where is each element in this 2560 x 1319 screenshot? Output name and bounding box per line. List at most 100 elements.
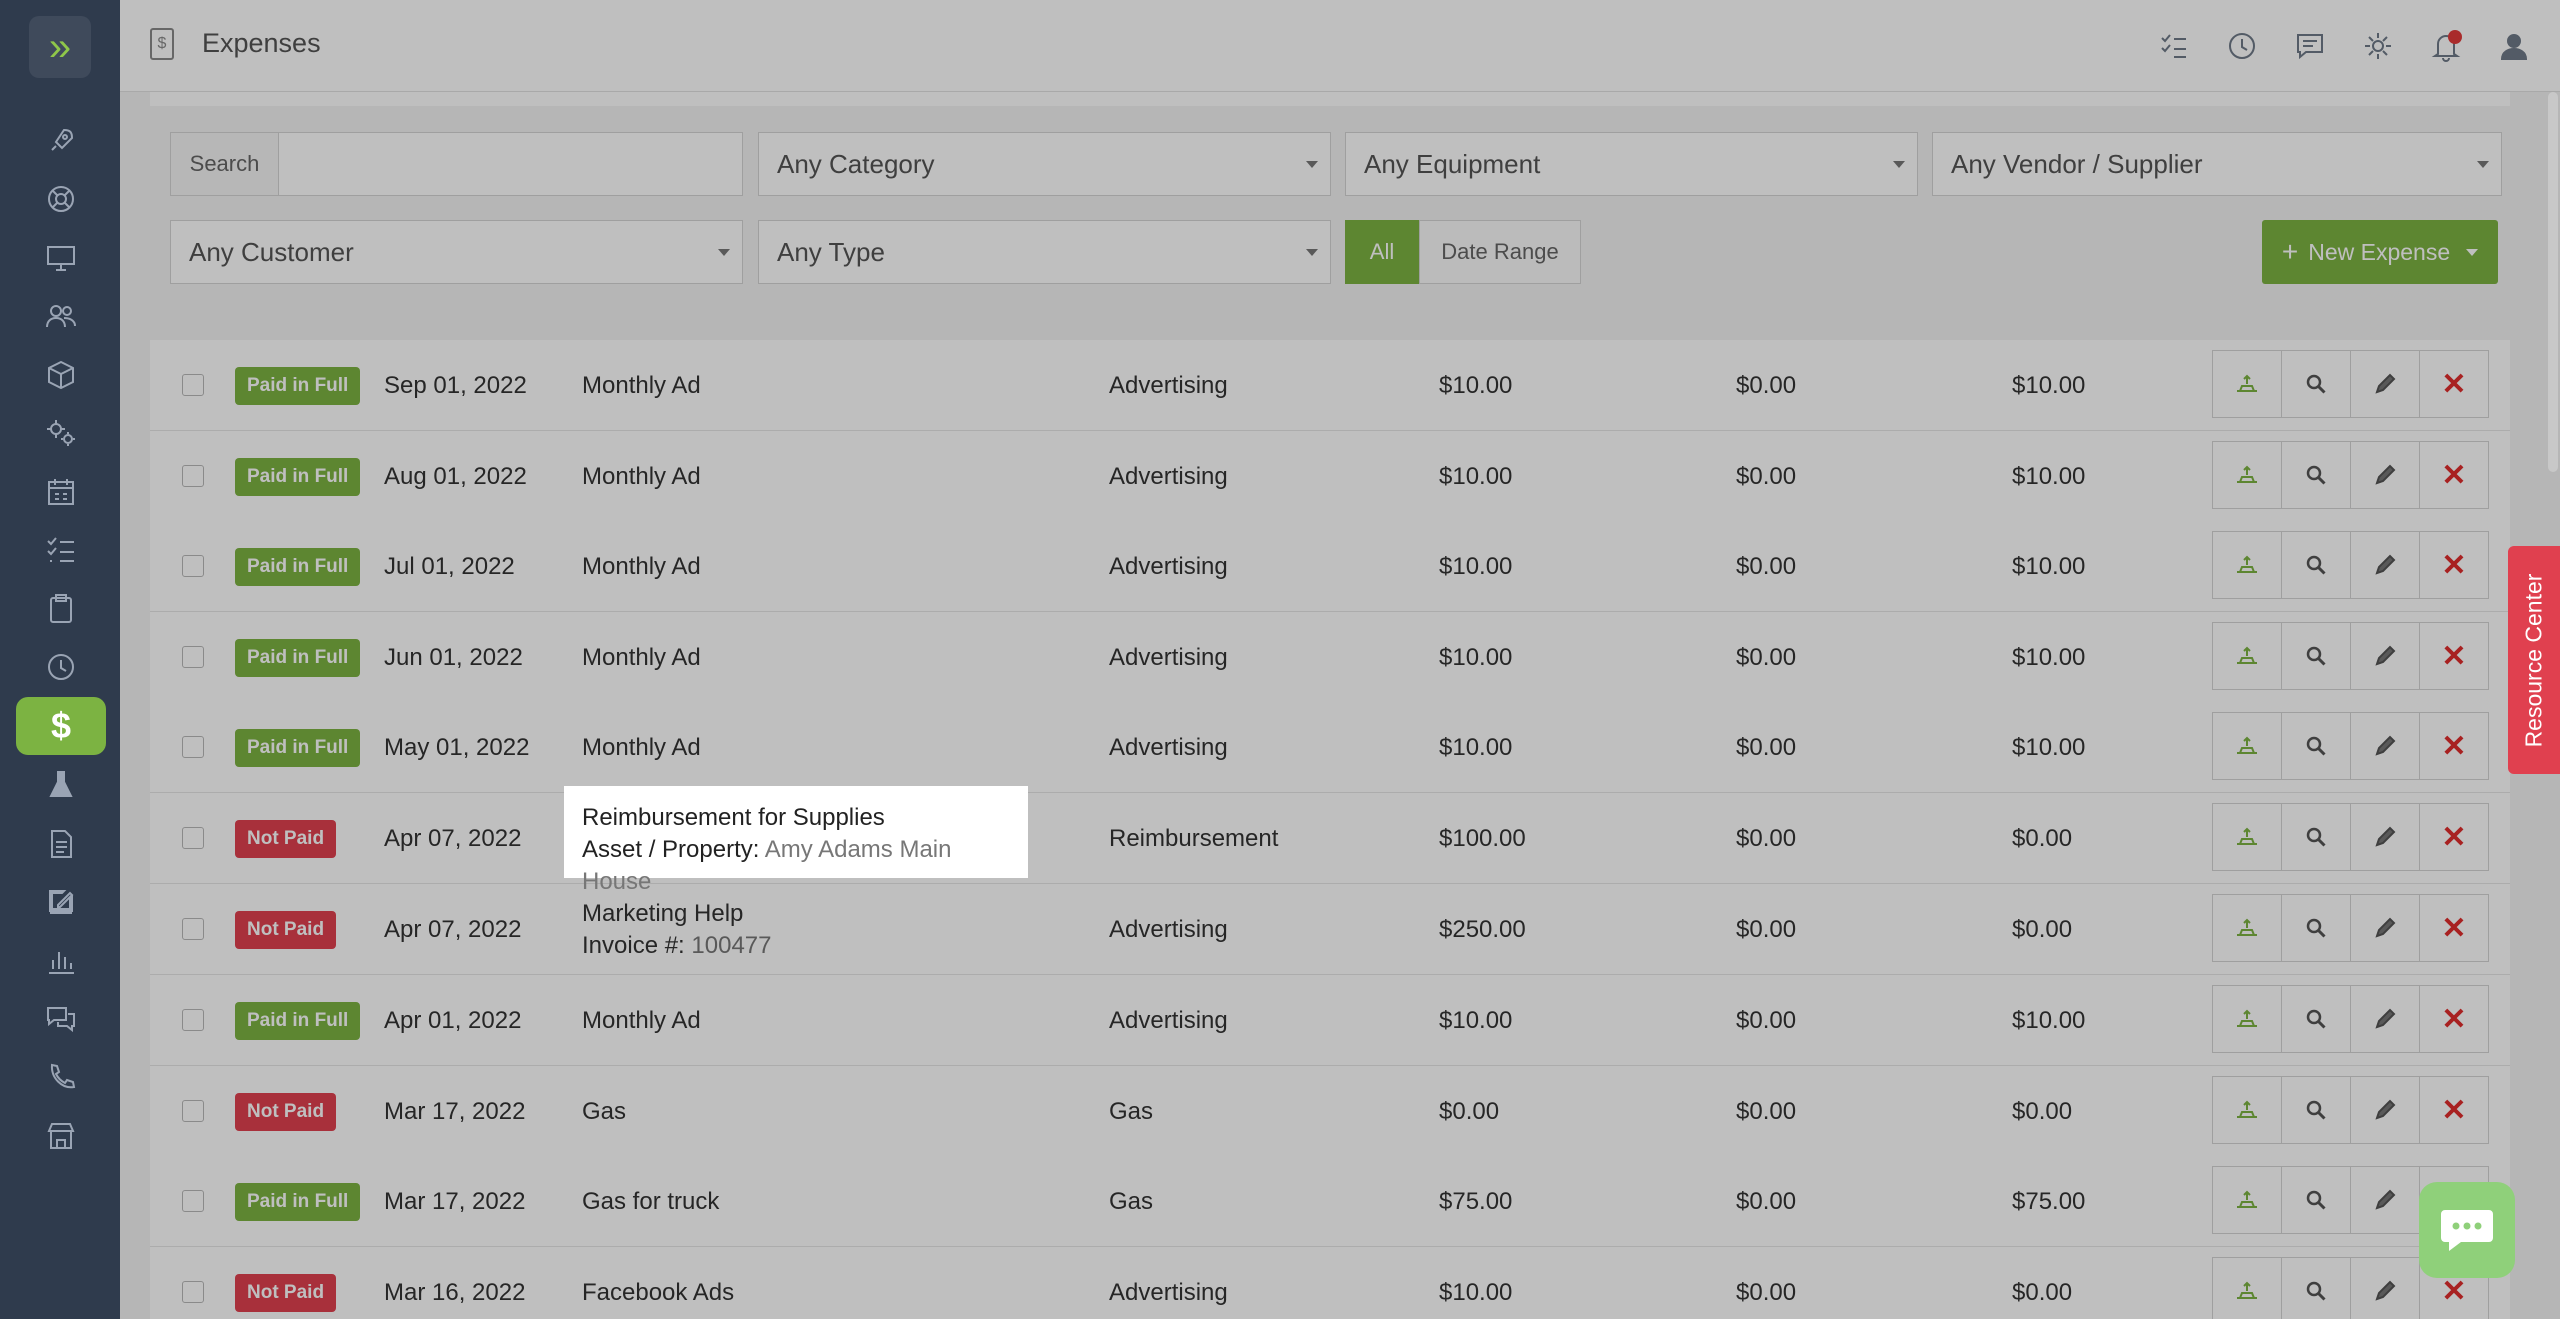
- pay-button[interactable]: [2212, 803, 2282, 871]
- edit-button[interactable]: [2350, 894, 2420, 962]
- type-select[interactable]: Any Type: [758, 220, 1331, 284]
- pay-button[interactable]: [2212, 1166, 2282, 1234]
- sidebar-item-rocket[interactable]: [16, 112, 106, 170]
- table-row[interactable]: Paid in Full Jul 01, 2022 Monthly Ad Advert…: [150, 521, 2510, 612]
- sidebar-item-checklist[interactable]: [16, 521, 106, 579]
- row-checkbox[interactable]: [182, 1190, 204, 1212]
- edit-button[interactable]: [2350, 1257, 2420, 1319]
- category-select[interactable]: Any Category: [758, 132, 1331, 196]
- edit-button[interactable]: [2350, 531, 2420, 599]
- edit-button[interactable]: [2350, 441, 2420, 509]
- delete-button[interactable]: ✕: [2419, 985, 2489, 1053]
- customer-select[interactable]: Any Customer: [170, 220, 743, 284]
- expand-sidebar-button[interactable]: »: [29, 16, 91, 78]
- sidebar-item-clipboard[interactable]: [16, 580, 106, 638]
- user-icon[interactable]: [2498, 30, 2530, 62]
- pay-button[interactable]: [2212, 1076, 2282, 1144]
- row-checkbox[interactable]: [182, 736, 204, 758]
- table-row[interactable]: Not Paid Apr 07, 2022 Reimbursement for Su…: [150, 793, 2510, 884]
- pay-button[interactable]: [2212, 1257, 2282, 1319]
- highlighted-description[interactable]: Reimbursement for Supplies Asset / Prope…: [564, 786, 1028, 895]
- history-icon[interactable]: [2226, 30, 2258, 62]
- sidebar-item-gears[interactable]: [16, 404, 106, 462]
- equipment-select[interactable]: Any Equipment: [1345, 132, 1918, 196]
- tasks-icon[interactable]: [2158, 30, 2190, 62]
- new-expense-button[interactable]: + New Expense: [2262, 220, 2498, 284]
- row-checkbox[interactable]: [182, 827, 204, 849]
- date-range-button[interactable]: Date Range: [1419, 220, 1581, 284]
- vendor-select[interactable]: Any Vendor / Supplier: [1932, 132, 2502, 196]
- sidebar-item-desktop[interactable]: [16, 229, 106, 287]
- row-checkbox[interactable]: [182, 1281, 204, 1303]
- scrollbar[interactable]: [2548, 92, 2558, 472]
- view-button[interactable]: [2281, 1257, 2351, 1319]
- sidebar-item-clock[interactable]: [16, 638, 106, 696]
- all-dates-button[interactable]: All: [1345, 220, 1419, 284]
- view-button[interactable]: [2281, 531, 2351, 599]
- view-button[interactable]: [2281, 803, 2351, 871]
- sidebar-item-signature[interactable]: [16, 873, 106, 931]
- edit-button[interactable]: [2350, 712, 2420, 780]
- view-button[interactable]: [2281, 622, 2351, 690]
- table-row[interactable]: Not Paid Apr 07, 2022 Marketing Help Invoic…: [150, 884, 2510, 975]
- pay-button[interactable]: [2212, 712, 2282, 780]
- delete-button[interactable]: ✕: [2419, 894, 2489, 962]
- row-checkbox[interactable]: [182, 555, 204, 577]
- delete-button[interactable]: ✕: [2419, 712, 2489, 780]
- sidebar-item-phone[interactable]: [16, 1049, 106, 1107]
- table-row[interactable]: Paid in Full Jun 01, 2022 Monthly Ad Advert…: [150, 612, 2510, 703]
- view-button[interactable]: [2281, 894, 2351, 962]
- pay-button[interactable]: [2212, 441, 2282, 509]
- sidebar-item-store[interactable]: [16, 1107, 106, 1165]
- sidebar-item-bar-chart[interactable]: [16, 932, 106, 990]
- view-button[interactable]: [2281, 1076, 2351, 1144]
- delete-button[interactable]: ✕: [2419, 1076, 2489, 1144]
- sidebar-item-dollar[interactable]: $: [16, 697, 106, 755]
- table-row[interactable]: Not Paid Mar 17, 2022 Gas Gas $0.00 $0.00 $0.0…: [150, 1066, 2510, 1157]
- table-row[interactable]: Paid in Full May 01, 2022 Monthly Ad Advert…: [150, 702, 2510, 793]
- row-checkbox[interactable]: [182, 1100, 204, 1122]
- sidebar-item-calendar[interactable]: [16, 463, 106, 521]
- delete-button[interactable]: ✕: [2419, 531, 2489, 599]
- table-row[interactable]: Paid in Full Aug 01, 2022 Monthly Ad Advert…: [150, 431, 2510, 522]
- view-button[interactable]: [2281, 350, 2351, 418]
- row-checkbox[interactable]: [182, 465, 204, 487]
- table-row[interactable]: Paid in Full Apr 01, 2022 Monthly Ad Advert…: [150, 975, 2510, 1066]
- bell-icon[interactable]: [2430, 30, 2462, 62]
- row-checkbox[interactable]: [182, 646, 204, 668]
- sidebar-item-flask[interactable]: [16, 756, 106, 814]
- edit-button[interactable]: [2350, 803, 2420, 871]
- table-row[interactable]: Paid in Full Mar 17, 2022 Gas for truck Gas…: [150, 1156, 2510, 1247]
- table-row[interactable]: Paid in Full Sep 01, 2022 Monthly Ad Advert…: [150, 340, 2510, 431]
- pay-button[interactable]: [2212, 531, 2282, 599]
- pay-button[interactable]: [2212, 985, 2282, 1053]
- edit-button[interactable]: [2350, 1076, 2420, 1144]
- delete-button[interactable]: ✕: [2419, 622, 2489, 690]
- pay-button[interactable]: [2212, 894, 2282, 962]
- chat-button[interactable]: [2419, 1182, 2515, 1278]
- edit-button[interactable]: [2350, 350, 2420, 418]
- pay-button[interactable]: [2212, 350, 2282, 418]
- edit-button[interactable]: [2350, 622, 2420, 690]
- delete-button[interactable]: ✕: [2419, 803, 2489, 871]
- delete-button[interactable]: ✕: [2419, 441, 2489, 509]
- resource-center-tab[interactable]: Resource Center: [2508, 546, 2560, 774]
- row-checkbox[interactable]: [182, 918, 204, 940]
- table-row[interactable]: Not Paid Mar 16, 2022 Facebook Ads Advertis…: [150, 1247, 2510, 1319]
- sidebar-item-cube[interactable]: [16, 346, 106, 404]
- delete-button[interactable]: ✕: [2419, 350, 2489, 418]
- message-icon[interactable]: [2294, 30, 2326, 62]
- pay-button[interactable]: [2212, 622, 2282, 690]
- search-input[interactable]: [279, 133, 742, 195]
- edit-button[interactable]: [2350, 1166, 2420, 1234]
- row-checkbox[interactable]: [182, 1009, 204, 1031]
- row-checkbox[interactable]: [182, 374, 204, 396]
- edit-button[interactable]: [2350, 985, 2420, 1053]
- view-button[interactable]: [2281, 985, 2351, 1053]
- view-button[interactable]: [2281, 712, 2351, 780]
- sidebar-item-chat-bubbles[interactable]: [16, 990, 106, 1048]
- sidebar-item-document[interactable]: [16, 815, 106, 873]
- sidebar-item-users[interactable]: [16, 287, 106, 345]
- gear-icon[interactable]: [2362, 30, 2394, 62]
- view-button[interactable]: [2281, 441, 2351, 509]
